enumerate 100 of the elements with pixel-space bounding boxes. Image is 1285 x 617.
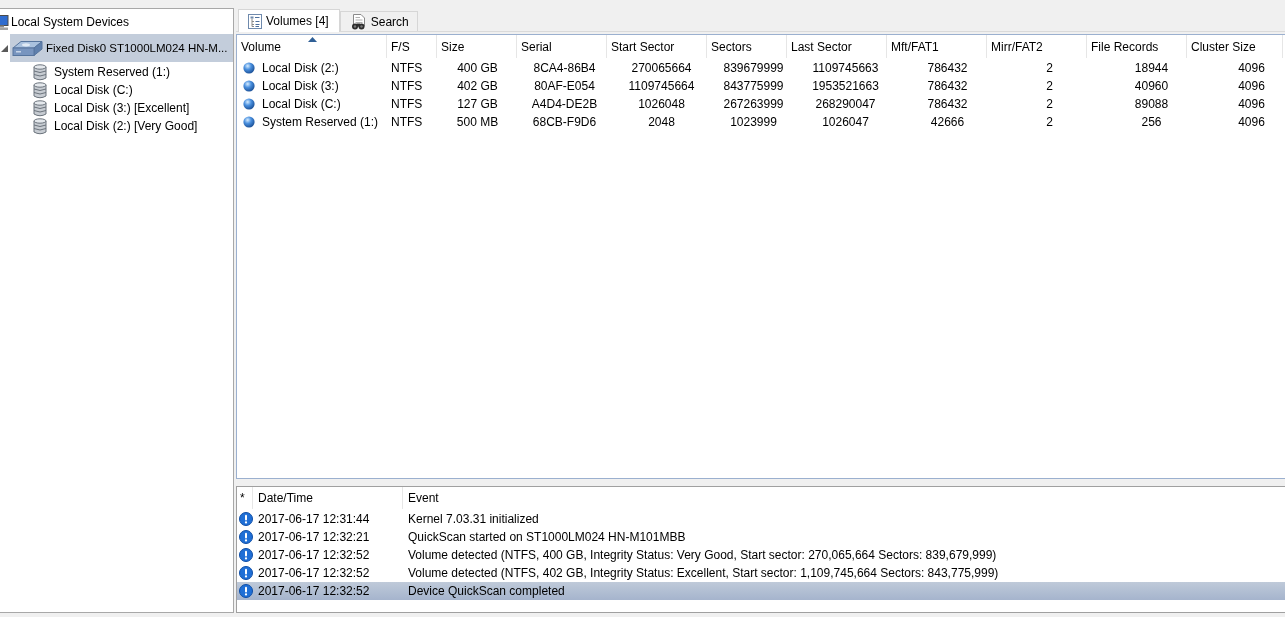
- table-cell: 402 GB: [457, 79, 498, 93]
- table-row[interactable]: Local Disk (C:) NTFS 127 GB A4D4-DE2B 1026048 267263999 268290047 786432 2 89088 4096: [237, 95, 1285, 113]
- table-cell: 256: [1141, 115, 1162, 129]
- table-cell: 1953521663: [812, 79, 879, 93]
- table-cell: NTFS: [391, 79, 423, 93]
- table-cell: 1109745663: [812, 61, 879, 75]
- log-row[interactable]: 2017-06-17 12:32:52 Volume detected (NTFS, 402 GB, Integrity Status: Excellent, Start sector: 1,109,745,664 Sectors: 843,775,999): [237, 564, 1285, 582]
- table-cell: 500 MB: [456, 115, 499, 129]
- log-event: Volume detected (NTFS, 402 GB, Integrity Status: Excellent, Start sector: 1,109,745,664 Sectors: 843,775,999): [408, 566, 999, 580]
- table-cell: 2: [1046, 61, 1053, 75]
- column-header[interactable]: Size: [437, 35, 517, 58]
- log-time: 2017-06-17 12:32:52: [258, 548, 370, 562]
- log-time: 2017-06-17 12:32:21: [258, 530, 370, 544]
- info-icon: [239, 548, 253, 562]
- tree-item[interactable]: Fixed Disk0 ST1000LM024 HN-M...: [10, 34, 233, 62]
- table-cell: 2: [1046, 79, 1053, 93]
- table-cell: 786432: [927, 61, 968, 75]
- table-cell: A4D4-DE2B: [531, 97, 598, 111]
- column-header[interactable]: Cluster Size: [1187, 35, 1283, 58]
- table-cell: 270065664: [631, 61, 692, 75]
- table-cell: 4096: [1238, 97, 1265, 111]
- table-cell: 80AF-E054: [534, 79, 595, 93]
- database-icon: [33, 63, 47, 81]
- column-header[interactable]: Volume: [237, 35, 387, 58]
- info-icon: [239, 512, 253, 526]
- table-cell: 1026048: [638, 97, 685, 111]
- table-cell: 268290047: [815, 97, 876, 111]
- table-cell: 4096: [1238, 79, 1265, 93]
- hard-drive-icon: [12, 39, 43, 57]
- sort-arrow-icon: [307, 37, 317, 42]
- table-cell: 267263999: [723, 97, 784, 111]
- info-icon: [239, 566, 253, 580]
- table-cell: 40960: [1134, 79, 1169, 93]
- table-cell: Local Disk (2:): [262, 61, 339, 75]
- log-time: 2017-06-17 12:32:52: [258, 584, 370, 598]
- log-time: 2017-06-17 12:31:44: [258, 512, 370, 526]
- table-cell: NTFS: [391, 61, 423, 75]
- tree-item[interactable]: Local Disk (2:) [Very Good]: [30, 117, 233, 135]
- log-event: Kernel 7.03.31 initialized: [408, 512, 539, 526]
- column-header[interactable]: File Records: [1087, 35, 1187, 58]
- log-row[interactable]: 2017-06-17 12:32:52 Volume detected (NTFS, 400 GB, Integrity Status: Very Good, Start sector: 270,065,664 Sectors: 839,679,999): [237, 546, 1285, 564]
- log-event: Volume detected (NTFS, 400 GB, Integrity Status: Very Good, Start sector: 270,065,664 Sectors: 839,679,999): [408, 548, 997, 562]
- table-cell: 843775999: [723, 79, 784, 93]
- table-cell: 127 GB: [457, 97, 498, 111]
- database-icon: [33, 81, 47, 99]
- table-cell: NTFS: [391, 115, 423, 129]
- tree-item[interactable]: System Reserved (1:): [30, 63, 233, 81]
- table-cell: 89088: [1134, 97, 1169, 111]
- column-header[interactable]: Sectors: [707, 35, 787, 58]
- table-cell: 68CB-F9D6: [532, 115, 597, 129]
- table-cell: 2: [1046, 97, 1053, 111]
- log-row[interactable]: 2017-06-17 12:32:21 QuickScan started on ST1000LM024 HN-M101MBB: [237, 528, 1285, 546]
- column-header[interactable]: Start Sector: [607, 35, 707, 58]
- column-header[interactable]: Mft/FAT1: [887, 35, 987, 58]
- table-row[interactable]: Local Disk (2:) NTFS 400 GB 8CA4-86B4 270065664 839679999 1109745663 786432 2 18944 4096: [237, 59, 1285, 77]
- tab[interactable]: Volumes [4]: [238, 9, 340, 32]
- table-cell: 8CA4-86B4: [533, 61, 596, 75]
- column-header[interactable]: Event: [403, 487, 1285, 509]
- tree-list-icon: [248, 13, 262, 29]
- table-cell: 4096: [1238, 115, 1265, 129]
- info-icon: [239, 584, 253, 598]
- sphere-icon: [243, 80, 255, 92]
- table-cell: NTFS: [391, 97, 423, 111]
- sphere-icon: [243, 116, 255, 128]
- sphere-icon: [243, 98, 255, 110]
- table-cell: 1109745664: [628, 79, 695, 93]
- log-time: 2017-06-17 12:32:52: [258, 566, 370, 580]
- tree-item[interactable]: Local Disk (3:) [Excellent]: [30, 99, 233, 117]
- database-icon: [33, 117, 47, 135]
- column-header[interactable]: *: [237, 487, 253, 509]
- tab[interactable]: Search: [339, 11, 418, 31]
- table-cell: 1026047: [822, 115, 869, 129]
- column-header[interactable]: Date/Time: [253, 487, 403, 509]
- column-header[interactable]: F/S: [387, 35, 437, 58]
- info-icon: [239, 530, 253, 544]
- column-header[interactable]: Mirr/FAT2: [987, 35, 1087, 58]
- binoculars-document-icon: [349, 13, 367, 30]
- table-cell: 786432: [927, 79, 968, 93]
- table-cell: System Reserved (1:): [262, 115, 379, 129]
- expand-arrow-icon[interactable]: [1, 44, 8, 52]
- table-cell: 42666: [930, 115, 965, 129]
- table-cell: Local Disk (3:): [262, 79, 339, 93]
- tree-item[interactable]: Local System Devices: [0, 9, 233, 34]
- log-row[interactable]: 2017-06-17 12:31:44 Kernel 7.03.31 initialized: [237, 510, 1285, 528]
- table-cell: 1023999: [730, 115, 777, 129]
- table-cell: 839679999: [723, 61, 784, 75]
- database-icon: [33, 99, 47, 117]
- sphere-icon: [243, 62, 255, 74]
- log-event: QuickScan started on ST1000LM024 HN-M101MBB: [408, 530, 686, 544]
- log-event: Device QuickScan completed: [408, 584, 565, 598]
- tree-item[interactable]: Local Disk (C:): [30, 81, 233, 99]
- column-header[interactable]: Serial: [517, 35, 607, 58]
- table-cell: 18944: [1134, 61, 1169, 75]
- table-row[interactable]: System Reserved (1:) NTFS 500 MB 68CB-F9D6 2048 1023999 1026047 42666 2 256 4096: [237, 113, 1285, 131]
- table-cell: Local Disk (C:): [262, 97, 341, 111]
- table-row[interactable]: Local Disk (3:) NTFS 402 GB 80AF-E054 1109745664 843775999 1953521663 786432 2 40960 4096: [237, 77, 1285, 95]
- log-row[interactable]: 2017-06-17 12:32:52 Device QuickScan completed: [237, 582, 1285, 600]
- column-header[interactable]: Last Sector: [787, 35, 887, 58]
- table-cell: 786432: [927, 97, 968, 111]
- table-cell: 400 GB: [457, 61, 498, 75]
